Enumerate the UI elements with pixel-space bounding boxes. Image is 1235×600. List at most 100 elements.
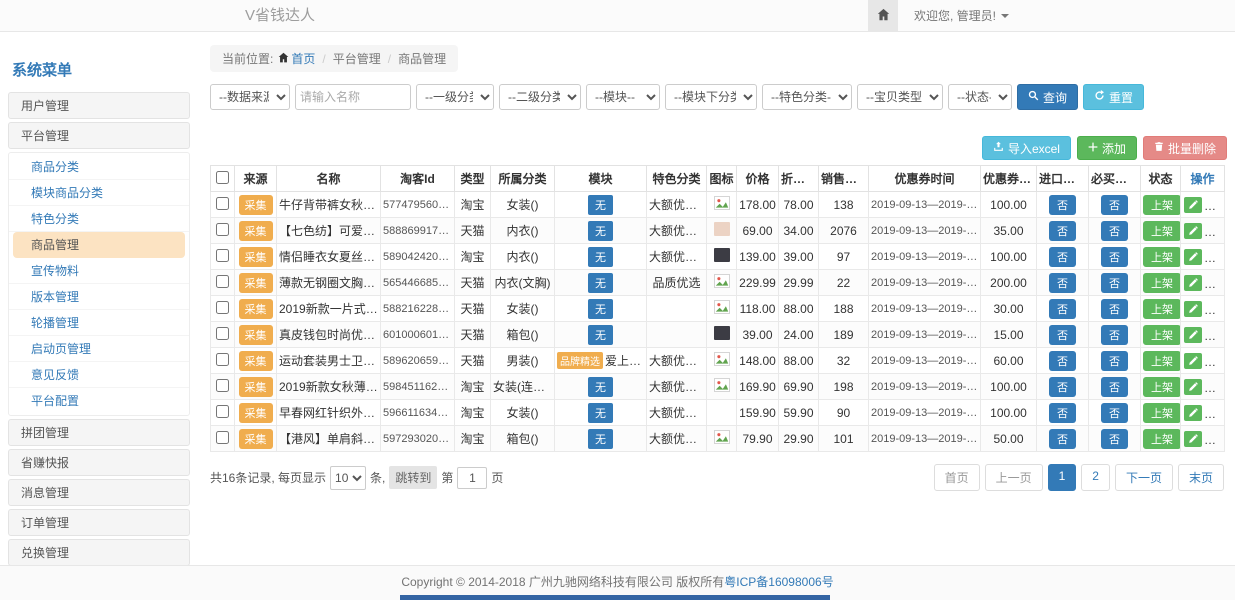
breadcrumb-home-link[interactable]: 首页 [278, 50, 315, 67]
filter-select-0[interactable]: --数据来源-- [210, 84, 290, 110]
sidebar-section[interactable]: 平台管理 [8, 122, 190, 149]
edit-button[interactable] [1184, 327, 1202, 343]
pager-page-2[interactable]: 2 [1081, 464, 1110, 491]
module-none-badge[interactable]: 无 [588, 325, 613, 345]
edit-button[interactable] [1184, 197, 1202, 213]
filter-select-2[interactable]: --一级分类-- [416, 84, 494, 110]
search-button[interactable]: 查询 [1017, 84, 1078, 110]
import-select-toggle[interactable]: 否 [1049, 221, 1076, 241]
sidebar-item[interactable]: 平台配置 [9, 388, 189, 414]
sidebar-item[interactable]: 商品管理 [13, 232, 185, 258]
row-checkbox[interactable] [216, 353, 229, 366]
must-buy-toggle[interactable]: 否 [1101, 299, 1128, 319]
module-none-badge[interactable]: 无 [588, 195, 613, 215]
must-buy-toggle[interactable]: 否 [1101, 351, 1128, 371]
sidebar-section[interactable]: 兑换管理 [8, 539, 190, 566]
icp-link[interactable]: 粤ICP备16098006号 [724, 575, 833, 589]
edit-button[interactable] [1184, 405, 1202, 421]
status-button[interactable]: 上架 [1143, 299, 1181, 319]
module-none-badge[interactable]: 无 [588, 429, 613, 449]
sidebar-item[interactable]: 商品分类 [9, 154, 189, 180]
filter-select-3[interactable]: --二级分类-- [499, 84, 581, 110]
import-select-toggle[interactable]: 否 [1049, 429, 1076, 449]
module-none-badge[interactable]: 无 [588, 377, 613, 397]
status-button[interactable]: 上架 [1143, 351, 1181, 371]
must-buy-toggle[interactable]: 否 [1101, 377, 1128, 397]
home-button[interactable] [868, 0, 898, 31]
status-button[interactable]: 上架 [1143, 221, 1181, 241]
edit-button[interactable] [1184, 275, 1202, 291]
import-select-toggle[interactable]: 否 [1049, 403, 1076, 423]
sidebar-section[interactable]: 省赚快报 [8, 449, 190, 476]
sidebar-section[interactable]: 拼团管理 [8, 419, 190, 446]
sidebar-item[interactable]: 启动页管理 [9, 336, 189, 362]
edit-button[interactable] [1184, 379, 1202, 395]
must-buy-toggle[interactable]: 否 [1101, 403, 1128, 423]
sidebar-item[interactable]: 意见反馈 [9, 362, 189, 388]
per-page-select[interactable]: 10 [330, 466, 366, 490]
module-none-badge[interactable]: 无 [588, 247, 613, 267]
status-button[interactable]: 上架 [1143, 273, 1181, 293]
import-select-toggle[interactable]: 否 [1049, 195, 1076, 215]
module-none-badge[interactable]: 无 [588, 299, 613, 319]
sidebar-item[interactable]: 宣传物料 [9, 258, 189, 284]
status-button[interactable]: 上架 [1143, 377, 1181, 397]
row-checkbox[interactable] [216, 249, 229, 262]
filter-select-5[interactable]: --模块下分类-- [665, 84, 757, 110]
add-button[interactable]: 添加 [1077, 136, 1137, 160]
reset-button[interactable]: 重置 [1083, 84, 1144, 110]
pager-page-1[interactable]: 1 [1048, 464, 1077, 491]
user-menu[interactable]: 欢迎您, 管理员! [914, 7, 1009, 24]
import-select-toggle[interactable]: 否 [1049, 299, 1076, 319]
import-select-toggle[interactable]: 否 [1049, 273, 1076, 293]
import-select-toggle[interactable]: 否 [1049, 377, 1076, 397]
must-buy-toggle[interactable]: 否 [1101, 429, 1128, 449]
filter-select-8[interactable]: --状态-- [948, 84, 1012, 110]
jump-button[interactable]: 跳转到 [389, 466, 437, 489]
sidebar-section[interactable]: 消息管理 [8, 479, 190, 506]
row-checkbox[interactable] [216, 431, 229, 444]
sidebar-item[interactable]: 轮播管理 [9, 310, 189, 336]
jump-page-input[interactable] [457, 467, 487, 489]
row-checkbox[interactable] [216, 223, 229, 236]
batch-delete-button[interactable]: 批量删除 [1143, 136, 1227, 160]
row-checkbox[interactable] [216, 379, 229, 392]
pager-first[interactable]: 首页 [934, 464, 980, 491]
edit-button[interactable] [1184, 301, 1202, 317]
edit-button[interactable] [1184, 223, 1202, 239]
import-select-toggle[interactable]: 否 [1049, 351, 1076, 371]
select-all-checkbox[interactable] [216, 171, 229, 184]
name-search-input[interactable] [295, 84, 411, 110]
status-button[interactable]: 上架 [1143, 195, 1181, 215]
must-buy-toggle[interactable]: 否 [1101, 195, 1128, 215]
pager-last[interactable]: 末页 [1178, 464, 1224, 491]
status-button[interactable]: 上架 [1143, 429, 1181, 449]
filter-select-7[interactable]: --宝贝类型-- [857, 84, 943, 110]
import-excel-button[interactable]: 导入excel [982, 136, 1071, 160]
sidebar-item[interactable]: 版本管理 [9, 284, 189, 310]
row-checkbox[interactable] [216, 197, 229, 210]
must-buy-toggle[interactable]: 否 [1101, 247, 1128, 267]
row-checkbox[interactable] [216, 301, 229, 314]
module-none-badge[interactable]: 无 [588, 273, 613, 293]
edit-button[interactable] [1184, 431, 1202, 447]
status-button[interactable]: 上架 [1143, 403, 1181, 423]
import-select-toggle[interactable]: 否 [1049, 325, 1076, 345]
edit-button[interactable] [1184, 353, 1202, 369]
must-buy-toggle[interactable]: 否 [1101, 273, 1128, 293]
module-none-badge[interactable]: 无 [588, 403, 613, 423]
must-buy-toggle[interactable]: 否 [1101, 221, 1128, 241]
import-select-toggle[interactable]: 否 [1049, 247, 1076, 267]
pager-prev[interactable]: 上一页 [985, 464, 1043, 491]
edit-button[interactable] [1184, 249, 1202, 265]
sidebar-item[interactable]: 模块商品分类 [9, 180, 189, 206]
module-none-badge[interactable]: 无 [588, 221, 613, 241]
must-buy-toggle[interactable]: 否 [1101, 325, 1128, 345]
sidebar-item[interactable]: 特色分类 [9, 206, 189, 232]
status-button[interactable]: 上架 [1143, 247, 1181, 267]
filter-select-6[interactable]: --特色分类-- [762, 84, 852, 110]
row-checkbox[interactable] [216, 405, 229, 418]
sidebar-section[interactable]: 订单管理 [8, 509, 190, 536]
row-checkbox[interactable] [216, 327, 229, 340]
sidebar-section[interactable]: 用户管理 [8, 92, 190, 119]
